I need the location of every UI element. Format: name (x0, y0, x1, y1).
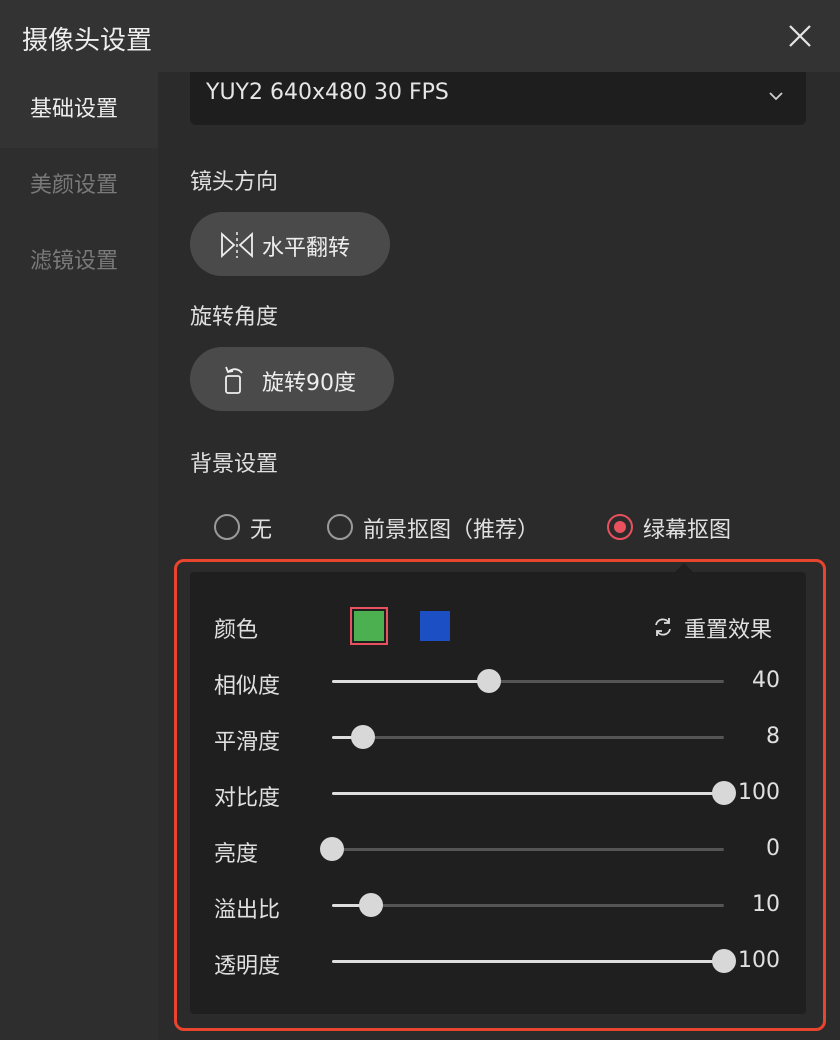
settings-sidebar: 基础设置 美颜设置 滤镜设置 (0, 72, 158, 1040)
rotate-icon (225, 366, 243, 394)
transparency-slider[interactable] (332, 949, 736, 973)
slider-value: 10 (752, 892, 780, 917)
camera-settings-window: 摄像头设置 基础设置 美颜设置 滤镜设置 YUY2 640x480 30 FPS… (0, 0, 840, 1040)
slider-fill (332, 680, 489, 683)
settings-content: YUY2 640x480 30 FPS 镜头方向 水平翻转 旋转角度 旋转90度… (158, 72, 840, 1040)
radio-button[interactable] (214, 514, 240, 540)
slider-label: 溢出比 (214, 898, 281, 923)
radio-label: 前景抠图（推荐） (363, 518, 540, 543)
similarity-slider[interactable] (332, 669, 724, 693)
flip-horizontal-button[interactable]: 水平翻转 (190, 212, 390, 276)
format-dropdown-value: YUY2 640x480 30 FPS (206, 80, 449, 105)
slider-value: 8 (766, 724, 780, 749)
slider-label: 透明度 (214, 954, 281, 979)
slider-label: 平滑度 (214, 730, 281, 755)
radio-label: 无 (250, 518, 273, 543)
slider-thumb[interactable] (712, 781, 736, 805)
slider-thumb[interactable] (320, 837, 344, 861)
slider-value: 100 (738, 948, 780, 973)
window-title: 摄像头设置 (22, 26, 153, 56)
slider-fill (332, 960, 724, 963)
slider-value: 100 (738, 780, 780, 805)
slider-thumb[interactable] (351, 725, 376, 749)
slider-value: 40 (752, 668, 780, 693)
slider-row-contrast: 对比度 100 (190, 774, 806, 814)
contrast-slider[interactable] (332, 781, 736, 805)
format-dropdown[interactable]: YUY2 640x480 30 FPS (190, 72, 806, 125)
close-button[interactable] (782, 18, 818, 54)
color-swatch-blue[interactable] (420, 611, 450, 641)
radio-button[interactable] (607, 514, 633, 540)
radio-button[interactable] (327, 514, 353, 540)
color-swatch-green[interactable] (350, 607, 388, 645)
sidebar-item-basic[interactable]: 基础设置 (0, 72, 158, 148)
slider-row-transparency: 透明度 100 (190, 942, 806, 982)
slider-label: 相似度 (214, 674, 281, 699)
slider-row-spill: 溢出比 10 (190, 886, 806, 926)
reset-effect-label: 重置效果 (684, 618, 773, 643)
slider-row-brightness: 亮度 0 (190, 830, 806, 870)
chevron-down-icon (769, 92, 783, 101)
slider-thumb[interactable] (712, 949, 736, 973)
spill-slider[interactable] (332, 893, 724, 917)
slider-thumb[interactable] (476, 669, 501, 693)
smoothness-slider[interactable] (332, 725, 724, 749)
sidebar-item-beauty[interactable]: 美颜设置 (0, 148, 158, 224)
brightness-slider[interactable] (320, 837, 724, 861)
rotate-90-label: 旋转90度 (262, 371, 356, 396)
color-label: 颜色 (214, 618, 259, 643)
lens-direction-label: 镜头方向 (190, 170, 279, 195)
slider-fill (332, 792, 724, 795)
slider-row-similarity: 相似度 40 (190, 662, 806, 702)
rotation-angle-label: 旋转角度 (190, 305, 279, 330)
title-bar: 摄像头设置 (0, 0, 840, 72)
rotate-90-button[interactable]: 旋转90度 (190, 347, 394, 411)
background-settings-label: 背景设置 (190, 452, 279, 477)
refresh-icon (655, 618, 671, 636)
slider-value: 0 (766, 836, 780, 861)
green-screen-panel: 颜色 重置效果 相似度 40 平滑度 8 对比度 100 亮度 0 溢出比 10… (190, 572, 806, 1014)
slider-label: 对比度 (214, 786, 281, 811)
flip-horizontal-icon (221, 231, 253, 259)
slider-thumb[interactable] (359, 893, 384, 917)
slider-label: 亮度 (214, 842, 259, 867)
close-icon (789, 25, 811, 47)
sidebar-item-filter[interactable]: 滤镜设置 (0, 224, 158, 300)
radio-label: 绿幕抠图 (643, 518, 732, 543)
slider-row-smoothness: 平滑度 8 (190, 718, 806, 758)
flip-horizontal-label: 水平翻转 (262, 236, 351, 261)
